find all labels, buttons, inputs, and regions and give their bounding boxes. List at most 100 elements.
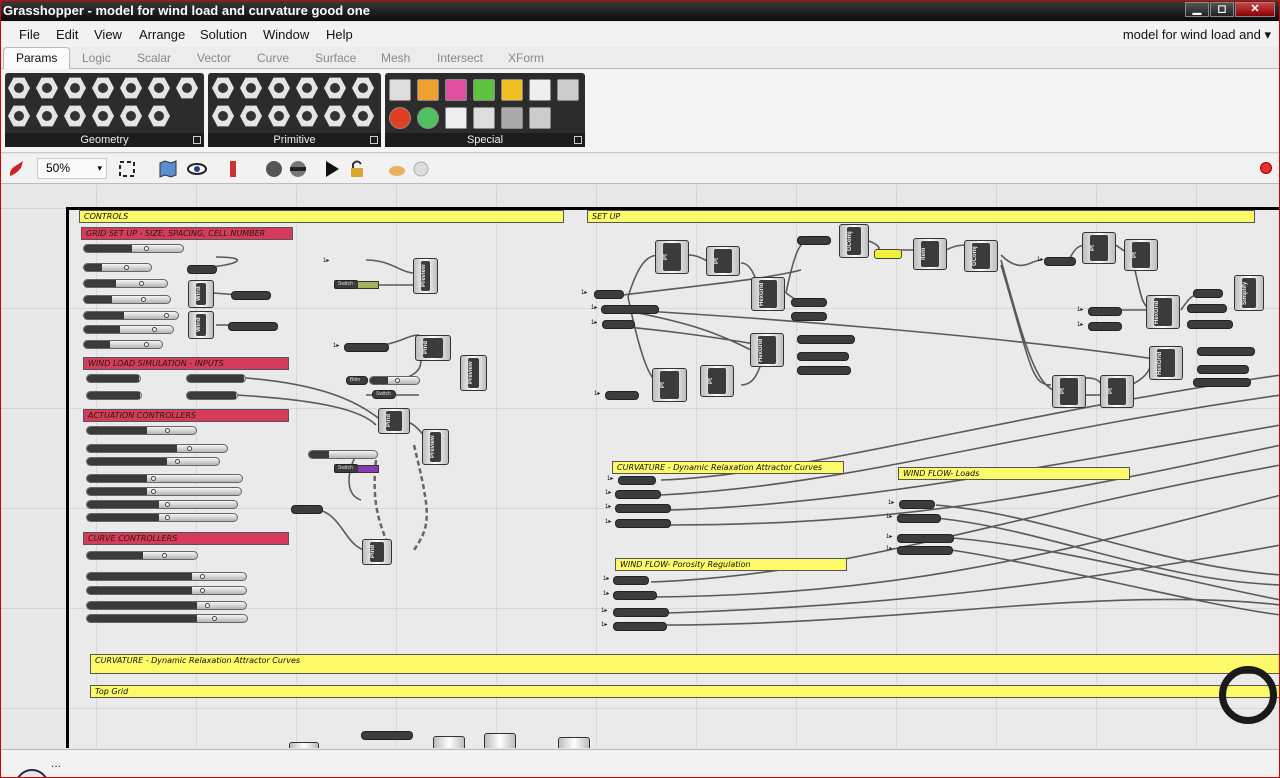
pt-component[interactable]: Pt [1124,239,1158,271]
menu-window[interactable]: Window [263,27,309,42]
quick-graph-icon[interactable] [501,79,523,101]
bake-icon[interactable] [387,159,407,179]
slider[interactable] [86,426,197,435]
gradient-icon[interactable] [389,107,411,129]
preview-component[interactable]: Preview [422,429,449,465]
slider[interactable] [86,487,242,496]
item-component[interactable]: Item [913,238,947,270]
plnd-component[interactable]: Plnd [378,408,410,434]
menu-view[interactable]: View [94,27,122,42]
surface-param-icon[interactable] [148,77,170,99]
tab-params[interactable]: Params [3,47,71,70]
slider[interactable] [83,244,184,253]
tab-logic[interactable]: Logic [82,51,111,65]
panel[interactable] [1088,322,1122,331]
slider[interactable] [86,551,198,560]
menu-arrange[interactable]: Arrange [139,27,185,42]
scribble-icon[interactable] [529,79,551,101]
panel[interactable] [1197,347,1255,356]
panel[interactable] [897,514,941,523]
panel[interactable] [797,366,851,375]
panel[interactable] [797,335,855,344]
slider[interactable] [86,513,238,522]
panel[interactable] [897,534,954,543]
slider[interactable] [86,374,141,383]
mesh-param-icon[interactable] [8,105,30,127]
slider[interactable] [86,444,228,453]
spiral-param-icon[interactable] [64,105,86,127]
arc-param-icon[interactable] [64,77,86,99]
slider[interactable] [186,374,246,383]
graph-mapper-icon[interactable] [389,79,411,101]
generic-param-icon[interactable] [352,105,374,127]
swirl-icon[interactable] [529,107,551,129]
sketch-icon[interactable] [264,159,284,179]
slider[interactable] [83,279,168,288]
slider[interactable] [369,376,420,385]
menu-file[interactable]: File [19,27,40,42]
panel[interactable] [594,290,624,299]
hexgrid-component[interactable]: HexGrid [1149,346,1183,380]
bezier-icon[interactable] [445,107,467,129]
plnd-component[interactable]: Plnd [415,335,451,361]
canvas-radial-menu[interactable] [1219,666,1277,724]
complex-param-icon[interactable] [212,105,234,127]
tab-surface[interactable]: Surface [315,51,356,65]
colour-param-icon[interactable] [240,77,262,99]
plane-param-icon[interactable] [92,105,114,127]
group-curve-controllers[interactable]: CURVE CONTROLLERS [83,532,289,545]
number-param-icon[interactable] [268,105,290,127]
wire-display-icon[interactable] [223,159,243,179]
brep-param-icon[interactable] [120,77,142,99]
bitmap-label-panel[interactable]: Bitm [346,376,368,385]
slider[interactable] [83,295,171,304]
panel[interactable] [361,731,413,740]
id-param-icon[interactable] [268,77,290,99]
panel[interactable] [899,500,935,509]
line-param-icon[interactable] [36,105,58,127]
slider[interactable] [86,601,247,610]
panel[interactable] [791,312,827,321]
geometry-param-icon[interactable] [148,105,170,127]
pt-component[interactable]: Pt [1052,375,1086,408]
panel[interactable] [231,291,271,300]
data-recorder-icon[interactable] [473,107,495,129]
circle-param-icon[interactable] [36,77,58,99]
string-param-icon[interactable] [352,77,374,99]
close-button[interactable]: ✕ [1235,2,1275,17]
pt-component[interactable]: Pt [1100,375,1134,408]
slider[interactable] [86,572,247,581]
panel[interactable] [897,546,953,555]
panel[interactable] [615,504,671,513]
panel[interactable] [344,343,389,352]
tab-scalar[interactable]: Scalar [137,51,171,65]
domain2-param-icon[interactable] [296,105,318,127]
tree-icon[interactable] [501,107,523,129]
plnd-component[interactable]: Plnd [362,539,392,565]
hexgrid-component[interactable]: HexGrid [751,277,785,311]
pt-component[interactable]: Pt [700,365,734,397]
group-curvature-attractors[interactable]: CURVATURE - Dynamic Relaxation Attractor… [612,461,844,474]
geomj-component[interactable]: GComj [839,224,869,258]
slider[interactable] [86,457,220,466]
panel[interactable] [1187,304,1227,313]
panel[interactable] [605,391,639,400]
colour-wheel-icon[interactable] [417,107,439,129]
group-wind-loads[interactable]: WIND FLOW- Loads [898,467,1130,480]
time-param-icon[interactable] [324,105,346,127]
slider[interactable] [86,586,247,595]
preview-component[interactable]: Preview [413,258,438,294]
menu-help[interactable]: Help [326,27,353,42]
panel[interactable] [1044,257,1076,266]
panel[interactable] [613,608,669,617]
group-grid-setup[interactable]: GRID SET UP - SIZE, SPACING, CELL NUMBER [81,227,293,240]
zoom-dropdown[interactable]: 50% ▾ [37,158,107,179]
panel[interactable] [1193,289,1223,298]
group-actuation[interactable]: ACTUATION CONTROLLERS [83,409,289,422]
geomj-component[interactable]: GComj [964,240,998,272]
slider[interactable] [86,391,142,400]
pt-component[interactable]: Pt [706,246,740,276]
tab-vector[interactable]: Vector [197,51,231,65]
grasshopper-canvas[interactable]: CONTROLS SET UP GRID SET UP - SIZE, SPAC… [1,185,1279,748]
panel[interactable] [615,519,671,528]
